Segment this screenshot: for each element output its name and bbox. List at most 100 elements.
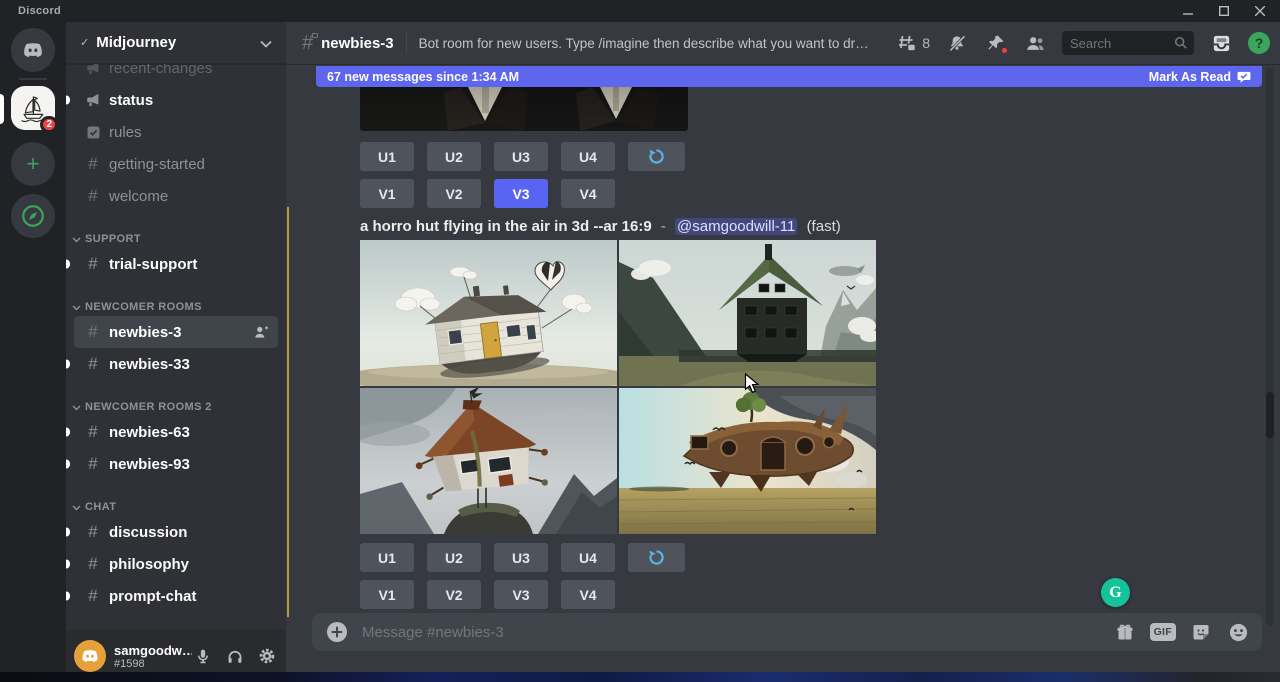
hash-icon: # xyxy=(82,254,104,274)
add-server-button[interactable]: + xyxy=(11,142,55,186)
window-close-button[interactable] xyxy=(1254,5,1266,17)
upscale-row-bottom: U1 U2 U3 U4 xyxy=(360,543,685,572)
variation-top-button-v3[interactable]: V3 xyxy=(494,179,548,208)
variation-bottom-button-v1[interactable]: V1 xyxy=(360,580,414,609)
user-mention[interactable]: @samgoodwill-11 xyxy=(675,218,797,235)
window-titlebar: Discord xyxy=(0,0,1280,22)
category-newcomer-rooms-2[interactable]: NEWCOMER ROOMS 2 xyxy=(66,380,286,416)
previous-generated-image-partial[interactable] xyxy=(360,87,688,131)
hash-icon: # xyxy=(82,186,104,206)
hash-icon: # xyxy=(82,322,104,342)
gift-icon[interactable] xyxy=(1113,620,1137,644)
explore-servers-button[interactable] xyxy=(11,194,55,238)
attach-plus-icon[interactable] xyxy=(326,621,348,643)
notifications-muted-icon[interactable] xyxy=(945,31,969,55)
generated-image-2[interactable] xyxy=(619,240,876,386)
plus-icon: + xyxy=(27,153,40,175)
pinned-messages-icon[interactable] xyxy=(984,31,1008,55)
help-icon[interactable]: ? xyxy=(1248,32,1270,54)
sidebar-item-prompt-chat[interactable]: #prompt-chat xyxy=(74,580,278,612)
sidebar-item-philosophy[interactable]: #philosophy xyxy=(74,548,278,580)
threads-icon[interactable] xyxy=(894,31,918,55)
create-invite-icon[interactable] xyxy=(253,324,270,341)
upscale-bottom-button-u3[interactable]: U3 xyxy=(494,543,548,572)
sidebar-item-discussion[interactable]: #discussion xyxy=(74,516,278,548)
unread-pill xyxy=(66,460,70,469)
sidebar-item-getting-started[interactable]: #getting-started xyxy=(74,148,278,180)
window-maximize-button[interactable] xyxy=(1218,5,1230,17)
chat-area: # newbies-3 Bot room for new users. Type… xyxy=(286,22,1280,682)
channel-hash-icon: # xyxy=(302,32,313,55)
variation-top-button-v1[interactable]: V1 xyxy=(360,179,414,208)
unread-pill xyxy=(66,360,70,369)
server-header[interactable]: ✓ Midjourney xyxy=(66,22,286,64)
app-title: Discord xyxy=(18,5,61,17)
message-composer: GIF xyxy=(312,613,1262,651)
channel-topic[interactable]: Bot room for new users. Type /imagine th… xyxy=(419,36,871,51)
hash-icon: # xyxy=(82,354,104,374)
upscale-row-top: U1 U2 U3 U4 xyxy=(360,142,685,171)
headphones-icon[interactable] xyxy=(224,645,246,667)
rail-divider xyxy=(19,78,47,80)
upscale-bottom-button-u2[interactable]: U2 xyxy=(427,543,481,572)
emoji-icon[interactable] xyxy=(1226,620,1250,644)
sticker-icon[interactable] xyxy=(1189,620,1213,644)
user-avatar[interactable] xyxy=(74,640,106,672)
grammarly-icon[interactable]: G xyxy=(1101,578,1130,607)
variation-top-button-v4[interactable]: V4 xyxy=(561,179,615,208)
category-newcomer-rooms[interactable]: NEWCOMER ROOMS xyxy=(66,280,286,316)
upscale-top-button-u1[interactable]: U1 xyxy=(360,142,414,171)
server-icon-midjourney[interactable]: 2 xyxy=(11,86,55,130)
generated-image-1[interactable] xyxy=(360,240,617,386)
rerun-icon[interactable] xyxy=(628,142,685,171)
variation-bottom-button-v3[interactable]: V3 xyxy=(494,580,548,609)
gif-picker-icon[interactable]: GIF xyxy=(1150,623,1176,641)
category-support[interactable]: SUPPORT xyxy=(66,212,286,248)
rerun-icon[interactable] xyxy=(628,543,685,572)
variation-bottom-button-v2[interactable]: V2 xyxy=(427,580,481,609)
upscale-bottom-button-u4[interactable]: U4 xyxy=(561,543,615,572)
generated-image-3[interactable] xyxy=(360,388,617,534)
sidebar-item-newbies-33[interactable]: #newbies-33 xyxy=(74,348,278,380)
sidebar-item-newbies-63[interactable]: #newbies-63 xyxy=(74,416,278,448)
discord-app-window: Discord 2 + xyxy=(0,0,1280,682)
taskbar-edge-strip xyxy=(0,672,1280,682)
sidebar-item-trial-support[interactable]: #trial-support xyxy=(74,248,278,280)
category-chat[interactable]: CHAT xyxy=(66,480,286,516)
inbox-icon[interactable] xyxy=(1209,31,1233,55)
speed-label: (fast) xyxy=(807,218,841,235)
message-prompt-line: a horro hut flying in the air in 3d --ar… xyxy=(360,218,841,235)
sidebar-item-recent-changes[interactable]: recent-changes xyxy=(74,64,278,84)
unread-pill xyxy=(66,592,70,601)
hash-icon: # xyxy=(82,422,104,442)
upscale-bottom-button-u1[interactable]: U1 xyxy=(360,543,414,572)
search-box[interactable] xyxy=(1062,31,1194,55)
generated-image-4[interactable] xyxy=(619,388,876,534)
sidebar-item-welcome[interactable]: #welcome xyxy=(74,180,278,212)
home-button[interactable] xyxy=(11,28,55,72)
settings-gear-icon[interactable] xyxy=(256,645,278,667)
variation-top-button-v2[interactable]: V2 xyxy=(427,179,481,208)
sidebar-item-status[interactable]: status xyxy=(74,84,278,116)
generated-image-grid xyxy=(360,240,876,534)
search-input[interactable] xyxy=(1070,36,1174,51)
microphone-icon[interactable] xyxy=(192,645,214,667)
upscale-top-button-u2[interactable]: U2 xyxy=(427,142,481,171)
window-minimize-button[interactable] xyxy=(1182,5,1194,17)
verified-check-icon: ✓ xyxy=(80,36,89,49)
channel-sidebar: ✓ Midjourney recent-changesstatusrules#g… xyxy=(66,22,286,682)
message-input[interactable] xyxy=(362,624,1113,641)
mark-as-read-button[interactable]: Mark As Read xyxy=(1149,70,1251,84)
server-unread-badge: 2 xyxy=(40,116,58,133)
unread-pill xyxy=(66,260,70,269)
sidebar-item-newbies-93[interactable]: #newbies-93 xyxy=(74,448,278,480)
member-list-icon[interactable] xyxy=(1023,31,1047,55)
upscale-top-button-u3[interactable]: U3 xyxy=(494,142,548,171)
chat-scrollbar-thumb[interactable] xyxy=(1266,392,1274,438)
sidebar-item-rules[interactable]: rules xyxy=(74,116,278,148)
upscale-top-button-u4[interactable]: U4 xyxy=(561,142,615,171)
gold-highlight-line xyxy=(287,207,289,617)
sidebar-item-newbies-3[interactable]: #newbies-3 xyxy=(74,316,278,348)
variation-bottom-button-v4[interactable]: V4 xyxy=(561,580,615,609)
unread-pill xyxy=(66,528,70,537)
